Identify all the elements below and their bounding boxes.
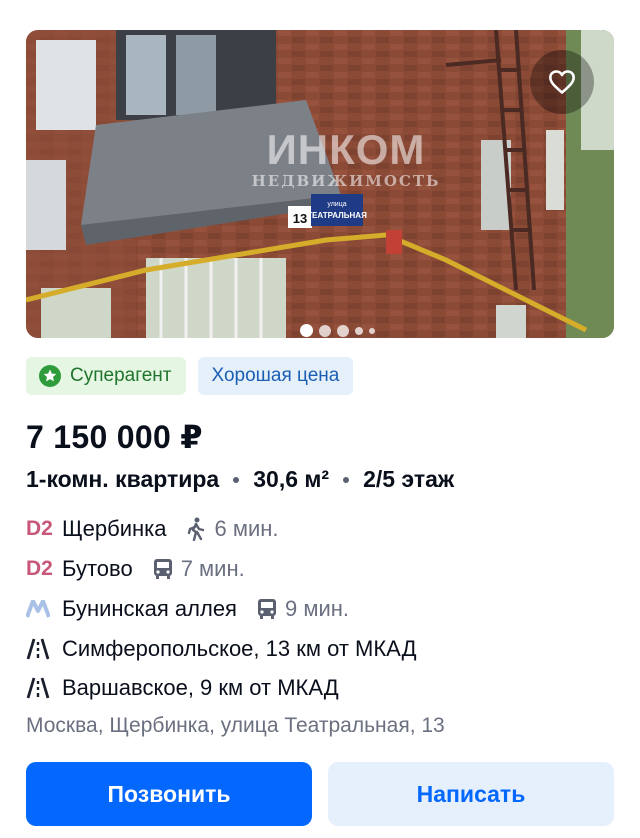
sign-number: 13	[293, 211, 307, 226]
metro-icon	[26, 600, 52, 618]
good-price-label: Хорошая цена	[211, 365, 340, 386]
sign-street-top: улица	[327, 201, 346, 208]
good-price-badge[interactable]: Хорошая цена	[197, 357, 354, 395]
walk-icon	[184, 517, 208, 541]
bus-icon	[255, 597, 279, 621]
separator-dot	[343, 476, 350, 483]
road-icon	[26, 677, 52, 699]
road-row: Симферопольское, 13 км от МКАД	[26, 636, 416, 662]
travel-time: 9 мин.	[284, 596, 349, 621]
transport-row: D2 Бутово 7 мин.	[26, 556, 245, 582]
line-label: D2	[26, 557, 53, 580]
pagination-dot[interactable]	[319, 324, 331, 337]
line-label: D2	[26, 517, 53, 540]
listing-address: Москва, Щербинка, улица Театральная, 13	[26, 714, 445, 737]
pagination-dot[interactable]	[300, 324, 313, 337]
pagination-dot[interactable]	[355, 326, 363, 335]
call-button[interactable]: Позвонить	[26, 762, 312, 826]
station-name: Бутово	[62, 556, 133, 581]
road-icon	[26, 638, 52, 660]
transport-row: Бунинская аллея 9 мин.	[26, 596, 349, 622]
star-badge-icon	[39, 365, 61, 387]
d2-line-icon: D2	[26, 557, 53, 581]
station-name: Щербинка	[62, 516, 167, 541]
favorite-button[interactable]	[530, 50, 594, 114]
road-text: Симферопольское, 13 км от МКАД	[62, 636, 417, 661]
transport-row: D2 Щербинка 6 мин.	[26, 516, 279, 542]
station-name: Бунинская аллея	[62, 596, 237, 621]
pagination-dot[interactable]	[337, 324, 349, 337]
travel-time: 7 мин.	[180, 556, 245, 581]
superagent-label: Суперагент	[70, 365, 172, 386]
road-row: Варшавское, 9 км от МКАД	[26, 675, 339, 701]
rooms-label: 1-комн. квартира	[26, 466, 220, 492]
d2-line-icon: D2	[26, 517, 53, 541]
area-label: 30,6 м²	[253, 466, 330, 492]
superagent-badge[interactable]: Суперагент	[26, 357, 186, 395]
badges: Суперагент Хорошая цена	[26, 357, 354, 395]
building-photo: 13 улица ТЕАТРАЛЬНАЯ	[26, 30, 614, 338]
photo-pagination[interactable]	[300, 324, 375, 337]
heart-icon	[549, 70, 575, 94]
listing-price: 7 150 000 ₽	[26, 419, 203, 455]
write-button[interactable]: Написать	[328, 762, 614, 826]
bus-icon	[151, 557, 175, 581]
floor-label: 2/5 этаж	[363, 466, 455, 492]
travel-time: 6 мин.	[214, 516, 279, 541]
pagination-dot[interactable]	[369, 327, 375, 334]
listing-photo[interactable]: 13 улица ТЕАТРАЛЬНАЯ ИНКОМ НЕДВИЖИМОСТЬ	[26, 30, 614, 338]
road-text: Варшавское, 9 км от МКАД	[62, 675, 339, 700]
listing-specs: 1-комн. квартира 30,6 м² 2/5 этаж	[26, 466, 454, 493]
separator-dot	[233, 476, 240, 483]
sign-street: ТЕАТРАЛЬНАЯ	[307, 211, 367, 220]
